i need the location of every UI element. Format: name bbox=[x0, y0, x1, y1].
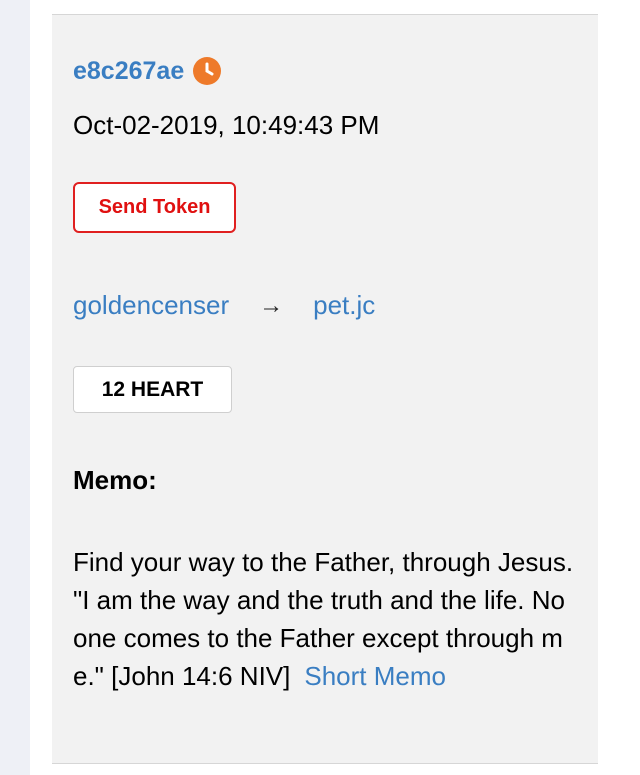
short-memo-link[interactable]: Short Memo bbox=[304, 661, 446, 691]
send-token-button[interactable]: Send Token bbox=[73, 182, 236, 233]
clock-icon bbox=[193, 57, 222, 85]
to-account-link[interactable]: pet.jc bbox=[313, 290, 375, 321]
transfer-row: goldencenser → pet.jc bbox=[73, 290, 375, 321]
from-account-link[interactable]: goldencenser bbox=[73, 290, 229, 321]
transaction-timestamp: Oct-02-2019, 10:49:43 PM bbox=[73, 110, 380, 140]
transaction-header: e8c267ae bbox=[73, 56, 222, 86]
memo-text: Find your way to the Father, through Jes… bbox=[73, 543, 583, 695]
memo-label: Memo: bbox=[73, 465, 157, 495]
amount-badge: 12 HEART bbox=[73, 366, 232, 413]
arrow-icon: → bbox=[259, 291, 284, 319]
transaction-id-link[interactable]: e8c267ae bbox=[73, 57, 184, 86]
